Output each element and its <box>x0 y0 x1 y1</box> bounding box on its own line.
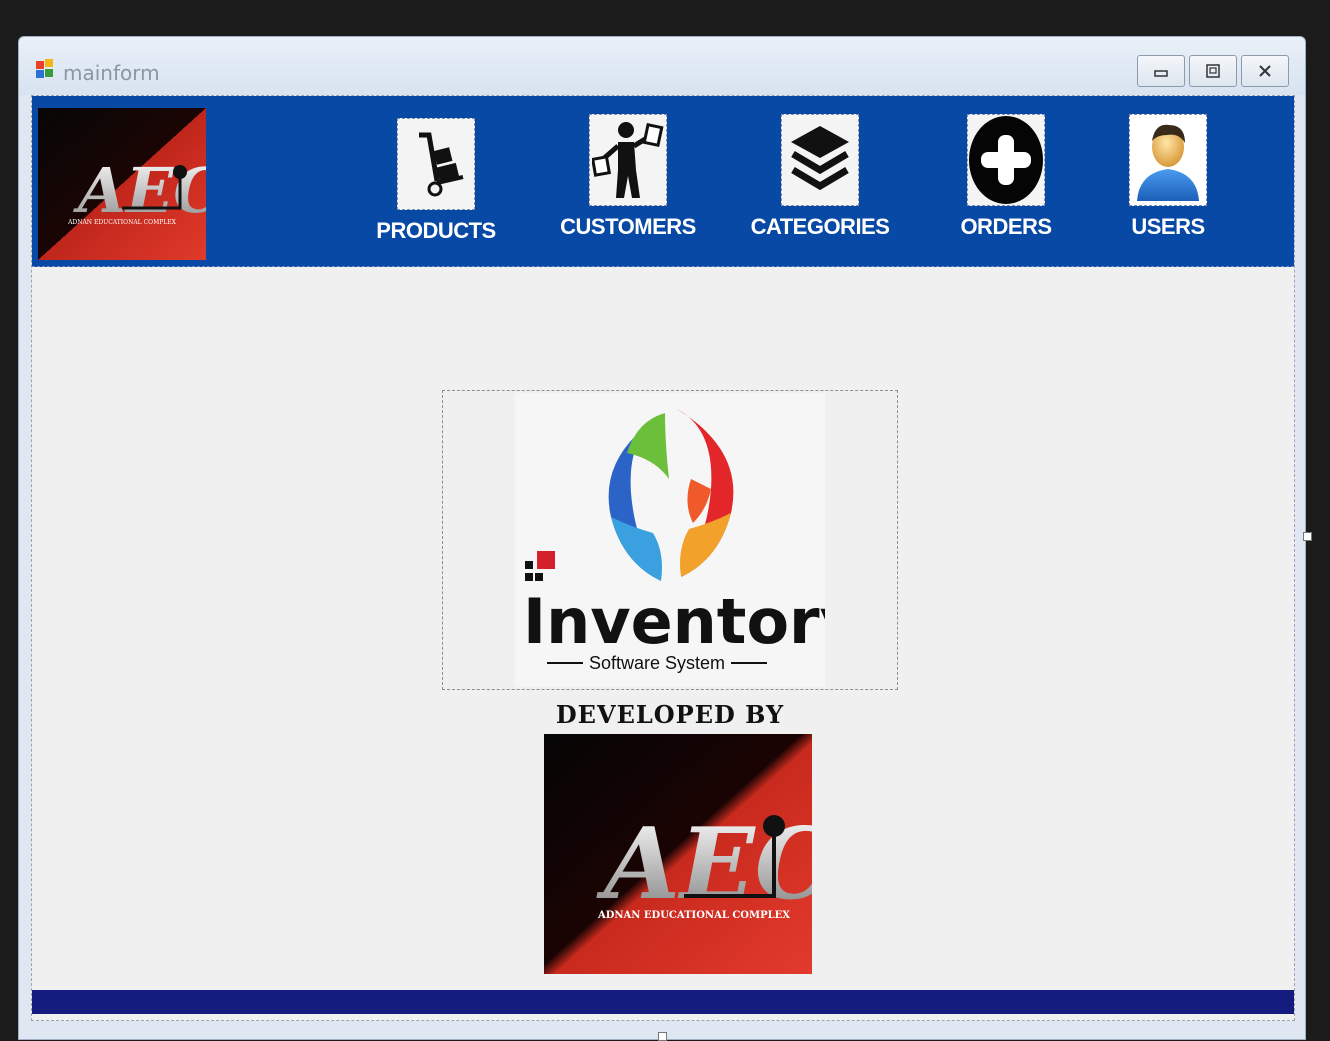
title-bar[interactable]: mainform <box>19 37 1305 95</box>
products-icon-box <box>397 118 475 210</box>
close-icon <box>1259 65 1271 77</box>
close-button[interactable] <box>1241 55 1289 87</box>
nav-users[interactable]: USERS <box>1098 114 1238 244</box>
nav-orders-label: ORDERS <box>960 214 1052 239</box>
aec-logo-caption: ADNAN EDUCATIONAL COMPLEX <box>67 219 177 226</box>
nav-orders[interactable]: ORDERS <box>936 114 1076 244</box>
user-avatar-icon <box>1137 124 1199 201</box>
shopper-icon <box>592 122 664 198</box>
svg-text:AEC: AEC <box>73 154 206 227</box>
plus-circle-icon <box>969 116 1043 204</box>
navigation-bar: AEC ADNAN EDUCATIONAL COMPLEX PRODUCTS <box>32 96 1294 267</box>
nav-products[interactable]: PRODUCTS <box>366 118 506 248</box>
categories-icon-box <box>781 114 859 206</box>
window-title: mainform <box>63 61 160 85</box>
aec-logo-large-caption: ADNAN EDUCATIONAL COMPLEX <box>597 910 790 921</box>
users-icon-box <box>1129 114 1207 206</box>
form-client-area: AEC ADNAN EDUCATIONAL COMPLEX PRODUCTS <box>31 95 1295 1021</box>
nav-users-label: USERS <box>1131 214 1205 239</box>
nav-customers-label: CUSTOMERS <box>560 214 696 239</box>
maximize-icon <box>1206 64 1220 78</box>
nav-products-label: PRODUCTS <box>376 218 496 243</box>
resize-handle-right[interactable] <box>1303 532 1312 541</box>
orders-icon-box <box>967 114 1045 206</box>
app-icon <box>36 59 53 78</box>
nav-categories-label: CATEGORIES <box>750 214 890 239</box>
nav-customers[interactable]: CUSTOMERS <box>558 114 698 244</box>
layers-icon <box>791 126 849 191</box>
developed-by-label: DEVELOPED BY <box>555 700 785 729</box>
minimize-button[interactable] <box>1137 55 1185 87</box>
inventory-logo-tagline: Software System <box>589 653 725 673</box>
inventory-logo: Inventory Software System <box>515 393 825 687</box>
aec-logo: AEC ADNAN EDUCATIONAL COMPLEX <box>38 108 206 260</box>
customers-icon-box <box>589 114 667 206</box>
aec-logo-large: AEC ADNAN EDUCATIONAL COMPLEX <box>544 734 812 974</box>
inventory-logo-title: Inventory <box>523 585 825 658</box>
nav-categories[interactable]: CATEGORIES <box>750 114 890 244</box>
hand-truck-icon <box>419 132 464 197</box>
product-logo-picturebox: Inventory Software System <box>442 390 898 690</box>
minimize-icon <box>1154 70 1168 77</box>
maximize-button[interactable] <box>1189 55 1237 87</box>
main-window: mainform AE ADNAN EDUCATIONAL COMPLEX PR… <box>18 36 1306 1040</box>
footer-bar <box>32 990 1294 1014</box>
